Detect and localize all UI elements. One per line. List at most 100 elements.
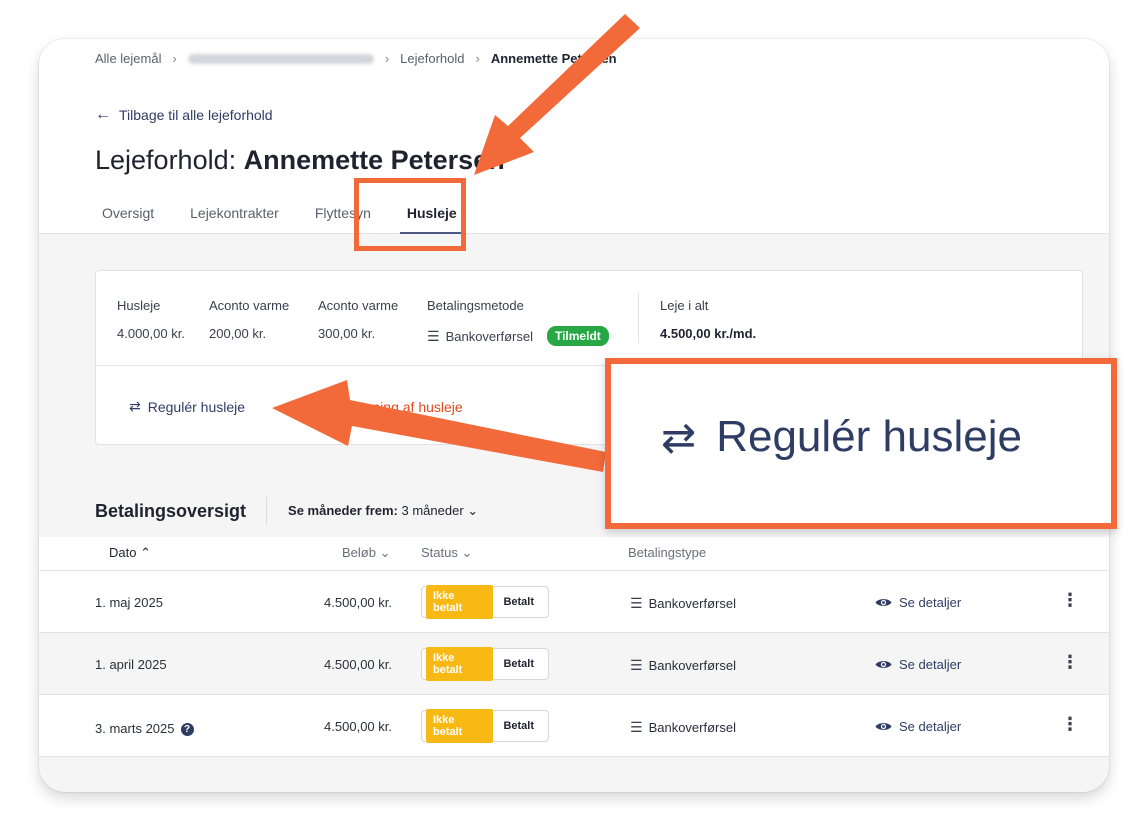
stop-rent-collection-button[interactable]: Stop opkrævning af husleje (293, 399, 463, 415)
rent-summary-row: Husleje 4.000,00 kr. Aconto varme 200,00… (96, 271, 1084, 366)
see-details-label: Se detaljer (899, 657, 962, 672)
months-ahead-label: Se måneder frem: (288, 503, 398, 518)
field-label: Husleje (117, 298, 161, 313)
field-value: 200,00 kr. (209, 326, 267, 341)
divider (638, 293, 639, 343)
row-date: 1. april 2025 (95, 657, 167, 672)
status-paid-button[interactable]: Betalt (493, 653, 544, 675)
status-toggle: Ikke betalt Betalt (421, 647, 549, 681)
field-aconto-varme-2: Aconto varme 300,00 kr. (318, 298, 398, 341)
back-link[interactable]: ← Tilbage til alle lejeforhold (95, 106, 273, 124)
column-header-amount[interactable]: Beløb ⌄ (342, 545, 391, 561)
field-label: Aconto varme (318, 298, 399, 313)
zoom-callout: ⇄ Regulér husleje (605, 358, 1117, 529)
list-icon: ☰ (630, 657, 643, 673)
status-paid-button[interactable]: Betalt (493, 715, 544, 737)
page-header: Alle lejemål › › Lejeforhold › Annemette… (39, 39, 1109, 234)
see-details-link[interactable]: Se detaljer (875, 719, 961, 734)
see-details-label: Se detaljer (899, 719, 962, 734)
row-amount: 4.500,00 kr. (324, 719, 392, 734)
table-header: Dato ⌃ Beløb ⌄ Status ⌄ Betalingstype (39, 537, 1109, 571)
payment-type-label: Bankoverførsel (648, 720, 736, 735)
row-date-label: 3. marts 2025 (95, 721, 175, 736)
table-row: 1. maj 2025 4.500,00 kr. Ikke betalt Bet… (39, 571, 1109, 633)
status-paid-button[interactable]: Betalt (493, 591, 544, 613)
field-total-rent: Leje i alt 4.500,00 kr./md. (660, 298, 756, 341)
table-row: 1. april 2025 4.500,00 kr. Ikke betalt B… (39, 633, 1109, 695)
column-header-label: Dato (109, 545, 137, 560)
status-toggle: Ikke betalt Betalt (421, 585, 549, 619)
row-amount: 4.500,00 kr. (324, 657, 392, 672)
help-icon[interactable]: ? (180, 723, 194, 736)
rent-actions: ⇄ Regulér husleje Stop opkrævning af hus… (129, 398, 463, 415)
row-payment-type: ☰ Bankoverførsel (630, 595, 736, 612)
chevron-down-icon: ⌄ (467, 503, 479, 518)
column-header-status[interactable]: Status ⌄ (421, 545, 472, 561)
eye-icon (875, 599, 892, 606)
tab-lejekontrakter[interactable]: Lejekontrakter (183, 205, 286, 234)
see-details-link[interactable]: Se detaljer (875, 595, 961, 610)
tab-oversigt[interactable]: Oversigt (95, 205, 161, 234)
zoom-callout-content: ⇄ Regulér husleje (661, 412, 1022, 462)
field-value: 300,00 kr. (318, 326, 376, 341)
more-options-icon[interactable]: ⋮ (1061, 715, 1079, 733)
status-toggle: Ikke betalt Betalt (421, 709, 549, 743)
payment-method-value: Bankoverførsel (445, 328, 533, 344)
zoom-callout-label: Regulér husleje (716, 412, 1022, 461)
column-header-date[interactable]: Dato ⌃ (109, 545, 151, 561)
adjust-rent-button[interactable]: ⇄ Regulér husleje (129, 398, 245, 415)
row-date: 3. marts 2025? (95, 721, 194, 736)
payments-header: Betalingsoversigt Se måneder frem: 3 mån… (95, 497, 478, 525)
breadcrumb-current: Annemette Petersen (490, 51, 617, 66)
months-ahead-dropdown[interactable]: Se måneder frem: 3 måneder ⌄ (288, 503, 478, 519)
field-label: Leje i alt (660, 298, 709, 313)
breadcrumb-tenancies[interactable]: Lejeforhold (400, 51, 464, 66)
status-badge: Tilmeldt (546, 326, 609, 346)
column-header-label: Status (421, 545, 458, 560)
chevron-right-icon: › (384, 51, 390, 66)
table-row: 3. marts 2025? 4.500,00 kr. Ikke betalt … (39, 695, 1109, 757)
breadcrumb-address-redacted[interactable] (187, 53, 374, 64)
screenshot-stage: Alle lejemål › › Lejeforhold › Annemette… (0, 0, 1148, 831)
field-value: 4.000,00 kr. (117, 326, 185, 341)
chevron-right-icon: › (172, 51, 177, 66)
divider (266, 497, 268, 525)
payment-type-label: Bankoverførsel (648, 596, 736, 611)
breadcrumb: Alle lejemål › › Lejeforhold › Annemette… (95, 51, 617, 66)
breadcrumb-all-leases[interactable]: Alle lejemål (95, 51, 161, 66)
field-aconto-varme-1: Aconto varme 200,00 kr. (209, 298, 289, 341)
payment-type-label: Bankoverførsel (648, 658, 736, 673)
page-title: Lejeforhold: Annemette Petersen (95, 145, 505, 176)
chevron-up-icon: ⌃ (140, 545, 151, 560)
chevron-right-icon: › (475, 51, 480, 66)
list-icon: ☰ (630, 719, 643, 735)
arrow-left-icon: ← (95, 106, 111, 123)
page-title-prefix: Lejeforhold: (95, 145, 244, 175)
status-unpaid-button[interactable]: Ikke betalt (426, 647, 494, 681)
swap-arrows-icon: ⇄ (661, 413, 697, 461)
chevron-down-icon: ⌄ (461, 545, 473, 560)
more-options-icon[interactable]: ⋮ (1061, 591, 1079, 609)
chevron-down-icon: ⌄ (379, 545, 391, 560)
eye-icon (875, 723, 892, 730)
swap-arrows-icon: ⇄ (129, 398, 141, 414)
annotation-highlight-tab (354, 178, 466, 251)
field-value: 4.500,00 kr./md. (660, 326, 757, 341)
payments-heading: Betalingsoversigt (95, 500, 247, 521)
see-details-label: Se detaljer (899, 595, 962, 610)
status-unpaid-button[interactable]: Ikke betalt (426, 585, 494, 619)
column-header-label: Beløb (342, 545, 376, 560)
row-payment-type: ☰ Bankoverførsel (630, 719, 736, 736)
list-icon: ☰ (630, 595, 643, 611)
see-details-link[interactable]: Se detaljer (875, 657, 961, 672)
more-options-icon[interactable]: ⋮ (1061, 653, 1079, 671)
field-label: Aconto varme (209, 298, 290, 313)
eye-icon (875, 661, 892, 668)
row-date: 1. maj 2025 (95, 595, 163, 610)
status-unpaid-button[interactable]: Ikke betalt (426, 709, 494, 743)
page-title-name: Annemette Petersen (243, 145, 505, 175)
field-label: Betalingsmetode (427, 298, 524, 313)
adjust-rent-label: Regulér husleje (147, 398, 246, 415)
months-ahead-value: 3 måneder (401, 503, 464, 518)
field-payment-method: Betalingsmetode ☰ Bankoverførsel Tilmeld… (427, 298, 609, 346)
